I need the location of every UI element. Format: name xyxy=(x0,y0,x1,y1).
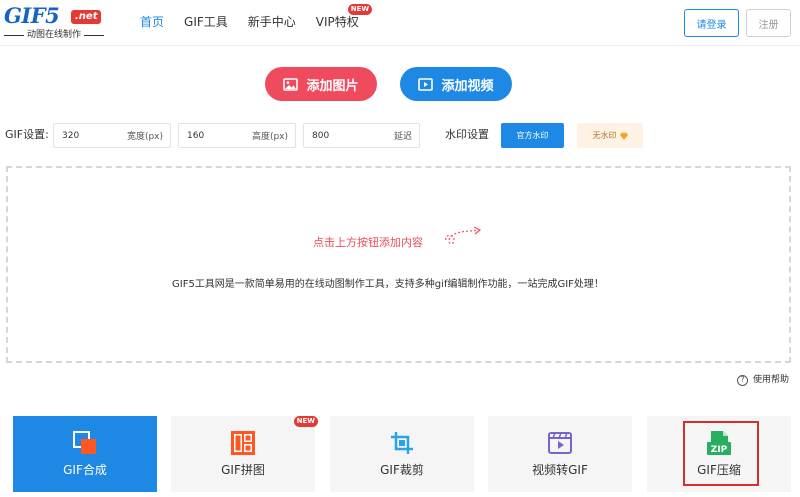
video-file-icon xyxy=(418,77,434,91)
nav-gif-tools[interactable]: GIF工具 xyxy=(184,14,228,30)
add-image-button[interactable]: 添加图片 xyxy=(265,67,377,101)
logo-subtitle: 动图在线制作 xyxy=(4,29,104,41)
delay-input[interactable]: 800 xyxy=(312,131,329,141)
new-badge: NEW xyxy=(293,416,318,427)
tool-label: GIF合成 xyxy=(63,463,107,477)
tool-video-to-gif[interactable]: 视频转GIF xyxy=(488,416,632,492)
dropzone-description: GIF5工具网是一款简单易用的在线动图制作工具，支持多种gif编辑制作功能，一站… xyxy=(172,279,604,290)
nav-vip[interactable]: VIP特权 NEW xyxy=(316,4,373,30)
new-badge: NEW xyxy=(347,4,373,15)
curved-arrow-icon xyxy=(445,226,482,245)
question-icon: ? xyxy=(737,374,748,386)
help-link[interactable]: ? 使用帮助 xyxy=(737,374,789,386)
gif-settings-label: GIF设置: xyxy=(5,128,49,141)
upload-dropzone[interactable] xyxy=(6,166,791,363)
watermark-settings-label: 水印设置 xyxy=(445,128,489,141)
crop-icon xyxy=(391,432,413,454)
tool-label: GIF拼图 xyxy=(221,463,265,477)
no-watermark-button[interactable]: 无水印 xyxy=(577,123,643,148)
height-field[interactable]: 160 高度(px) xyxy=(178,123,296,148)
delay-field[interactable]: 800 延迟 xyxy=(303,123,420,148)
height-input[interactable]: 160 xyxy=(187,131,204,141)
login-button[interactable]: 请登录 xyxy=(684,9,739,37)
logo-suffix: .net xyxy=(71,10,102,24)
tool-gif-crop[interactable]: GIF裁剪 xyxy=(330,416,474,492)
image-icon xyxy=(283,77,299,91)
height-unit: 高度(px) xyxy=(251,132,288,142)
video-icon xyxy=(548,432,572,454)
tool-gif-collage[interactable]: GIF拼图 NEW xyxy=(171,416,318,492)
nav-beginner[interactable]: 新手中心 xyxy=(248,14,296,30)
merge-icon xyxy=(73,431,96,454)
delay-unit: 延迟 xyxy=(393,132,412,142)
tool-label: GIF裁剪 xyxy=(380,463,424,477)
highlight-box xyxy=(683,421,759,486)
dropzone-hint: 点击上方按钮添加内容 xyxy=(313,236,423,249)
tool-label: 视频转GIF xyxy=(532,463,588,477)
nav-home[interactable]: 首页 xyxy=(140,14,164,30)
logo[interactable]: GIF5 .net 动图在线制作 xyxy=(4,4,104,42)
width-input[interactable]: 320 xyxy=(62,131,79,141)
collage-icon xyxy=(231,431,255,455)
width-unit: 宽度(px) xyxy=(126,132,163,142)
add-video-button[interactable]: 添加视频 xyxy=(400,67,512,101)
logo-text: GIF5 xyxy=(4,3,60,28)
official-watermark-button[interactable]: 官方水印 xyxy=(501,123,564,148)
diamond-icon xyxy=(619,132,628,140)
register-button[interactable]: 注册 xyxy=(746,9,791,37)
tool-gif-merge[interactable]: GIF合成 xyxy=(13,416,157,492)
width-field[interactable]: 320 宽度(px) xyxy=(53,123,171,148)
header: GIF5 .net 动图在线制作 首页 GIF工具 新手中心 VIP特权 NEW… xyxy=(0,0,800,46)
main-nav: 首页 GIF工具 新手中心 VIP特权 NEW xyxy=(140,4,379,30)
